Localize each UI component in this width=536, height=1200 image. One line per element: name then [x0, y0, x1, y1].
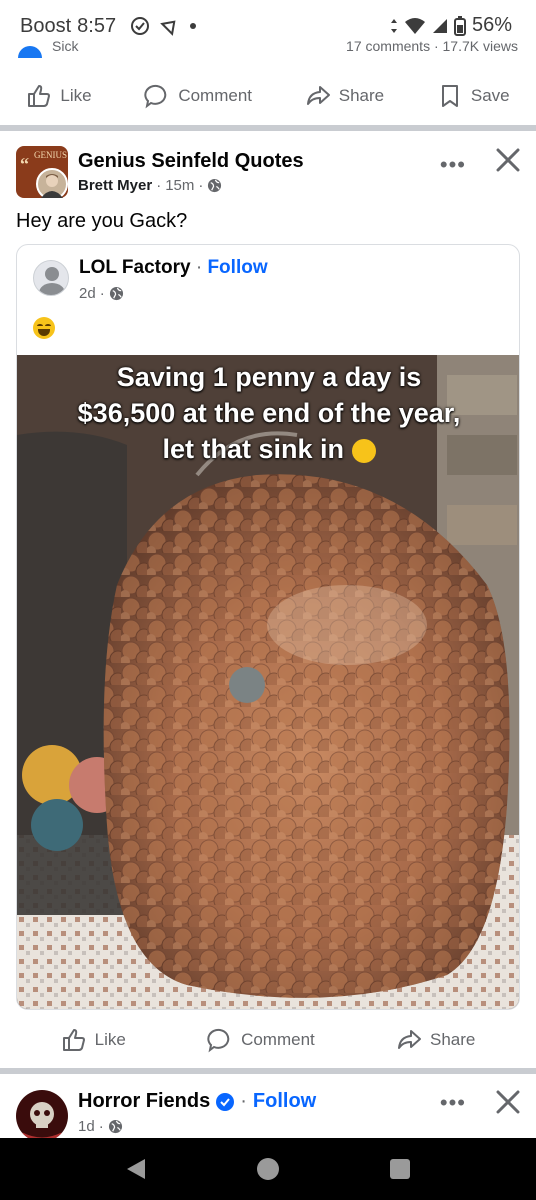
thumbs-up-icon	[28, 85, 51, 107]
comment-label: Comment	[178, 86, 252, 105]
wifi-icon	[404, 17, 425, 34]
shared-page-name[interactable]: LOL Factory	[79, 257, 191, 278]
grinning-emoji-icon	[351, 438, 376, 463]
share-arrow-icon	[398, 1030, 421, 1049]
close-icon	[496, 1090, 520, 1114]
shared-post-card[interactable]: LOL Factory · Follow 2d · Saving 1 penny…	[16, 244, 520, 1010]
more-options-button[interactable]: •••	[440, 1090, 466, 1116]
share-button[interactable]: Share	[305, 83, 384, 109]
previous-post-actions: Like Comment Share Save	[0, 68, 536, 124]
home-circle-icon	[257, 1158, 279, 1180]
feed-separator	[0, 1068, 536, 1074]
follow-separator: ·	[240, 1090, 247, 1112]
post-actions: Like Comment Share	[0, 1012, 536, 1068]
back-button[interactable]	[122, 1155, 150, 1183]
like-button[interactable]: Like	[26, 83, 92, 109]
follow-button[interactable]: Follow	[253, 1090, 316, 1113]
meta-separator: ·	[99, 285, 105, 302]
quote-icon: “	[20, 154, 29, 174]
status-right: 56%	[390, 14, 512, 37]
comments-views[interactable]: 17 comments · 17.7K views	[346, 40, 518, 54]
globe-icon	[109, 286, 123, 301]
shared-page-avatar[interactable]	[33, 260, 69, 296]
meta-separator: ·	[98, 1118, 104, 1135]
laughing-emoji-icon	[33, 317, 55, 339]
close-icon	[496, 148, 520, 172]
author-avatar[interactable]	[36, 168, 68, 200]
recents-button[interactable]	[386, 1155, 414, 1183]
author-name[interactable]: Brett Myer	[78, 177, 152, 194]
comment-bubble-icon	[144, 84, 167, 109]
share-label: Share	[430, 1030, 476, 1049]
post-header: “ GENIUS Genius Seinfeld Quotes Brett My…	[0, 146, 536, 210]
caption-line-1: Saving 1 penny a day is	[116, 362, 422, 392]
like-label: Like	[94, 1030, 126, 1049]
meta-separator: ·	[156, 177, 162, 194]
check-circle-icon	[131, 17, 150, 35]
previous-post-stats: Sick 17 comments · 17.7K views	[0, 40, 536, 58]
bookmark-icon	[441, 85, 458, 107]
game-controller-icon	[160, 20, 176, 36]
share-label: Share	[338, 86, 385, 105]
shared-photo[interactable]: Saving 1 penny a day is $36,500 at the e…	[17, 355, 519, 1009]
verified-badge-icon	[216, 1092, 235, 1111]
post-meta: Brett Myer · 15m ·	[78, 177, 222, 194]
default-avatar-body	[39, 283, 65, 295]
recents-square-icon	[390, 1159, 410, 1179]
feed-separator	[0, 125, 536, 131]
photo-caption: Saving 1 penny a day is $36,500 at the e…	[17, 359, 519, 467]
save-label: Save	[470, 86, 510, 105]
follow-button[interactable]: Follow	[207, 257, 267, 278]
comment-button[interactable]: Comment	[207, 1027, 315, 1053]
like-label: Like	[60, 86, 92, 105]
next-page-name[interactable]: Horror Fiends	[78, 1090, 210, 1113]
home-button[interactable]	[254, 1155, 282, 1183]
next-post-time[interactable]: 1d	[78, 1118, 95, 1135]
shared-page-header: LOL Factory · Follow	[79, 257, 268, 279]
horror-fiends-avatar[interactable]	[16, 1090, 68, 1142]
comment-button[interactable]: Comment	[144, 83, 252, 109]
next-post-header: Horror Fiends · Follow	[78, 1090, 316, 1113]
reaction-count: Sick	[52, 40, 79, 54]
close-post-button[interactable]	[494, 146, 522, 174]
carrier-label: Boost	[20, 14, 72, 37]
dot-icon	[190, 23, 197, 29]
system-nav-bar	[0, 1138, 536, 1200]
reaction-icon	[18, 46, 42, 58]
back-triangle-icon	[127, 1159, 145, 1179]
group-name[interactable]: Genius Seinfeld Quotes	[78, 150, 304, 173]
caption-line-3: let that sink in	[17, 431, 519, 467]
thumbs-up-icon	[62, 1029, 85, 1051]
clock: 8:57	[77, 14, 117, 37]
post-text: Hey are you Gack?	[16, 210, 188, 232]
battery-level: 56%	[471, 14, 512, 36]
person-icon	[41, 174, 63, 198]
follow-separator: ·	[195, 257, 203, 278]
battery-icon	[453, 15, 466, 36]
meta-separator: ·	[198, 177, 204, 194]
save-button[interactable]: Save	[437, 83, 510, 109]
globe-icon	[108, 1119, 122, 1134]
post-time[interactable]: 15m	[165, 177, 194, 194]
shared-meta: 2d ·	[79, 285, 124, 302]
skull-logo-icon	[21, 1102, 63, 1141]
share-arrow-icon	[306, 86, 330, 105]
more-options-button[interactable]: •••	[440, 152, 466, 178]
close-post-button[interactable]	[494, 1088, 522, 1116]
like-button[interactable]: Like	[61, 1027, 126, 1053]
globe-icon	[208, 178, 222, 193]
notification-icons	[130, 16, 197, 36]
default-avatar-head	[45, 267, 59, 281]
shared-time[interactable]: 2d	[79, 285, 96, 302]
comment-label: Comment	[241, 1030, 315, 1049]
comment-bubble-icon	[207, 1028, 230, 1053]
share-button[interactable]: Share	[396, 1027, 475, 1053]
caption-line-3-text: let that sink in	[162, 434, 344, 464]
group-avatar-text: GENIUS	[34, 150, 67, 160]
signal-icon	[432, 18, 447, 33]
next-post-meta: 1d ·	[78, 1118, 123, 1135]
data-arrows-icon	[390, 18, 397, 33]
caption-line-2: $36,500 at the end of the year,	[77, 398, 461, 428]
